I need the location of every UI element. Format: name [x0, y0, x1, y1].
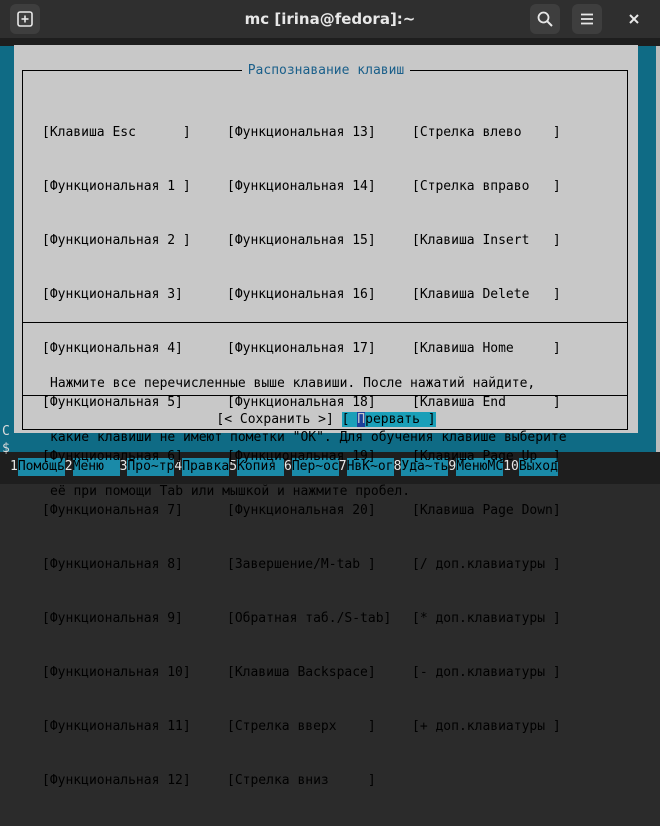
key-button[interactable]: [Стрелка влево ]	[412, 124, 561, 142]
text-cursor: П	[357, 412, 366, 427]
dialog-buttons: [< Сохранить >] [ Прервать ]	[14, 411, 638, 429]
dialog-title-text: Распознавание клавиш	[241, 63, 411, 78]
menu-button[interactable]	[572, 4, 602, 34]
key-button[interactable]: [Функциональная 12]	[42, 772, 191, 790]
key-button[interactable]: [Завершение/M-tab ]	[227, 556, 391, 574]
hamburger-icon	[581, 13, 593, 25]
dialog-title: Распознавание клавиш	[14, 62, 638, 80]
search-button[interactable]	[530, 4, 560, 34]
key-button[interactable]: [Стрелка вверх ]	[227, 718, 391, 736]
close-button[interactable]	[619, 4, 649, 34]
message-line: какие клавиши не имеют пометки "OK". Для…	[50, 430, 567, 445]
key-button[interactable]: [Функциональная 1 ]	[42, 178, 191, 196]
window-titlebar: mc [irina@fedora]:~	[0, 0, 660, 38]
key-button[interactable]: [Клавиша Backspace]	[227, 664, 391, 682]
key-button[interactable]: [- доп.клавиатуры ]	[412, 664, 561, 682]
key-button[interactable]: [Функциональная 15]	[227, 232, 391, 250]
save-button[interactable]: [< Сохранить >]	[216, 412, 333, 427]
key-button[interactable]: [* доп.клавиатуры ]	[412, 610, 561, 628]
key-button[interactable]: [Стрелка вниз ]	[227, 772, 391, 790]
key-button[interactable]: [Функциональная 8]	[42, 556, 191, 574]
key-button[interactable]: [+ доп.клавиатуры ]	[412, 718, 561, 736]
terminal-scrollbar[interactable]	[656, 46, 660, 452]
message-line: её при помощи Tab или мышкой и нажмите п…	[50, 484, 411, 499]
left-edge-char-2: $	[2, 441, 10, 456]
left-edge-char-1: С	[2, 424, 10, 439]
dialog-message: Нажмите все перечисленные выше клавиши. …	[50, 339, 567, 537]
abort-button-prefix: [	[341, 412, 358, 427]
key-button[interactable]: [Функциональная 9]	[42, 610, 191, 628]
key-button[interactable]: [Стрелка вправо ]	[412, 178, 561, 196]
key-button[interactable]: [Функциональная 16]	[227, 286, 391, 304]
key-button[interactable]: [Функциональная 2 ]	[42, 232, 191, 250]
abort-button-label: рервать ]	[365, 412, 436, 427]
fkey-1-num: 1	[0, 458, 18, 476]
close-icon	[629, 14, 639, 24]
key-button[interactable]: [Клавиша Delete ]	[412, 286, 561, 304]
search-icon	[537, 11, 553, 27]
key-button[interactable]: [Обратная таб./S-tab]	[227, 610, 391, 628]
key-button[interactable]: [Функциональная 3]	[42, 286, 191, 304]
abort-button[interactable]: [ Прервать ]	[341, 412, 436, 427]
learn-keys-dialog: Распознавание клавиш [Клавиша Esc ] [Фун…	[14, 45, 638, 788]
window-title: mc [irina@fedora]:~	[244, 10, 416, 28]
key-button[interactable]: [Функциональная 11]	[42, 718, 191, 736]
key-button[interactable]: [Функциональная 13]	[227, 124, 391, 142]
key-button[interactable]: [Функциональная 10]	[42, 664, 191, 682]
message-line: Нажмите все перечисленные выше клавиши. …	[50, 376, 536, 391]
key-button[interactable]: [/ доп.клавиатуры ]	[412, 556, 561, 574]
key-button[interactable]: [Функциональная 14]	[227, 178, 391, 196]
key-button[interactable]: [Клавиша Esc ]	[42, 124, 191, 142]
key-button[interactable]: [Клавиша Insert ]	[412, 232, 561, 250]
